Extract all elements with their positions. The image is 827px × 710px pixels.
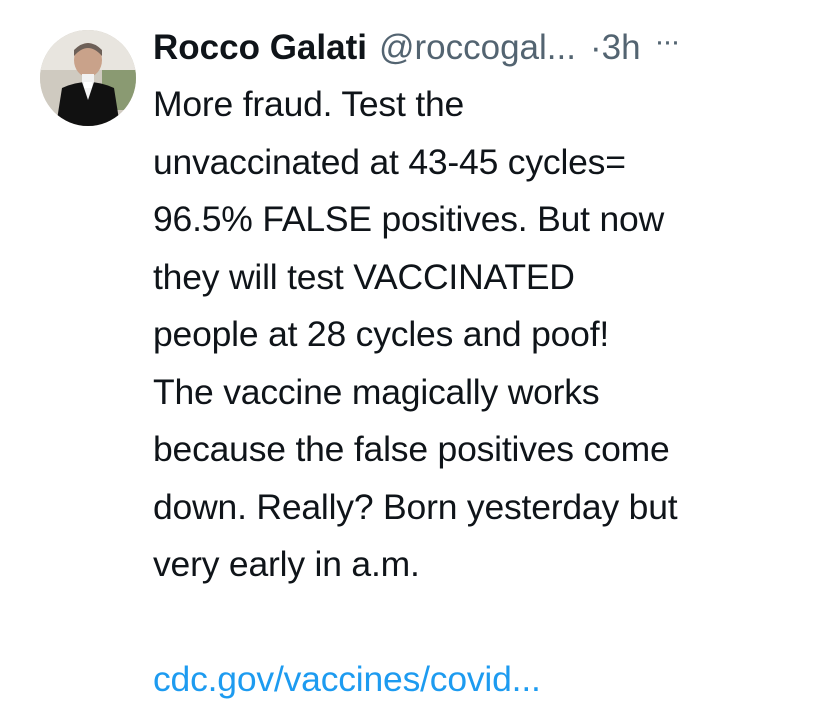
display-name[interactable]: Rocco Galati [153,20,367,76]
timestamp[interactable]: 3h [602,20,641,76]
tweet-card[interactable]: Rocco Galati @roccogal... · 3h ··· More … [0,0,827,710]
user-handle[interactable]: @roccogal... [379,20,576,76]
tweet-text: More fraud. Test the unvaccinated at 43-… [153,84,678,584]
tweet-link[interactable]: cdc.gov/vaccines/covid... [153,651,803,709]
avatar[interactable] [40,30,136,126]
more-options-icon[interactable]: ··· [655,14,681,70]
avatar-icon [40,30,136,126]
tweet-content: Rocco Galati @roccogal... · 3h ··· More … [153,20,803,708]
tweet-header: Rocco Galati @roccogal... · 3h ··· [153,20,803,76]
time-separator: · [589,28,602,67]
